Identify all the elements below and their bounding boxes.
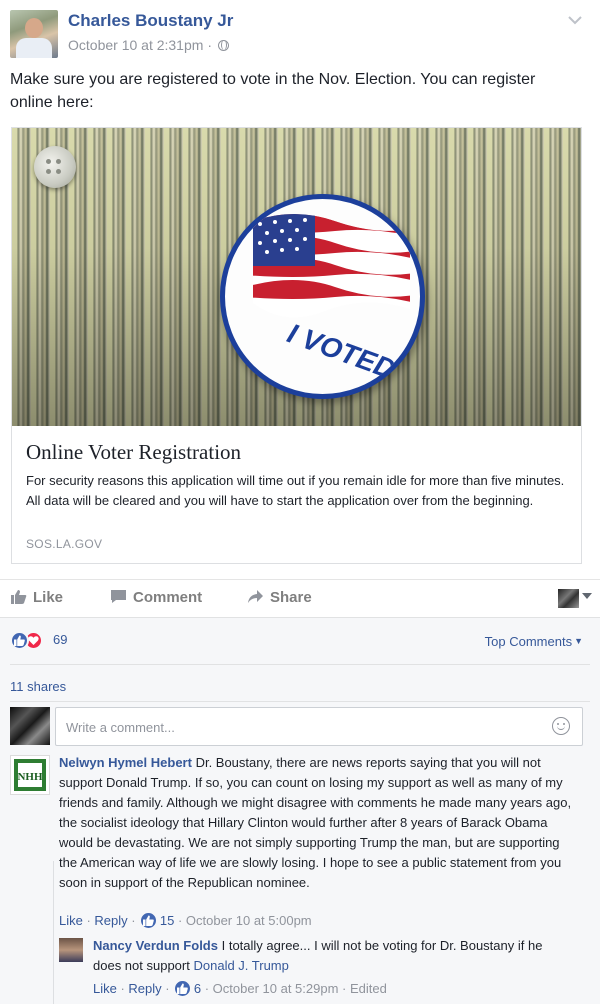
- viewer-composer-avatar: [10, 707, 50, 745]
- reply-thread-line: [53, 861, 54, 1004]
- thumbs-up-icon: [11, 590, 27, 604]
- comment-body: Nelwyn Hymel Hebert Dr. Boustany, there …: [59, 753, 579, 893]
- emoji-icon[interactable]: [552, 717, 570, 735]
- i-voted-sticker: I VOTED: [220, 194, 425, 399]
- divider: [10, 664, 590, 665]
- share-label: Share: [270, 589, 312, 606]
- chevron-down-icon[interactable]: [568, 12, 582, 28]
- comment-author[interactable]: Nancy Verdun Folds: [93, 938, 218, 953]
- post-header: Charles Boustany Jr October 10 at 2:31pm…: [10, 8, 590, 58]
- comment-actions: Like · Reply · 15 · October 10 at 5:00pm: [59, 913, 312, 928]
- post-meta: October 10 at 2:31pm ·: [68, 37, 229, 53]
- post-author-name[interactable]: Charles Boustany Jr: [68, 11, 233, 31]
- comment-actions: Like · Reply · 6 · October 10 at 5:29pm …: [93, 981, 387, 996]
- comment-icon: [111, 590, 126, 603]
- comment-reply-link[interactable]: Reply: [94, 913, 127, 928]
- thumbs-up-icon: [141, 913, 157, 928]
- globe-icon: [217, 40, 229, 51]
- comment-reply-link[interactable]: Reply: [128, 981, 161, 996]
- like-label: Like: [33, 589, 64, 606]
- avatar-monogram: NHH: [17, 771, 43, 783]
- avatar-shirt: [16, 38, 52, 58]
- share-button[interactable]: Share: [247, 589, 312, 606]
- reaction-count[interactable]: 69: [53, 632, 67, 647]
- comment-input[interactable]: [66, 717, 536, 737]
- mention-link[interactable]: Donald J. Trump: [193, 958, 288, 973]
- like-button[interactable]: Like: [10, 589, 63, 606]
- link-preview-card[interactable]: I VOTED Online Voter Registration For se…: [11, 127, 582, 564]
- divider: [10, 701, 590, 702]
- like-reaction-icon: [10, 631, 29, 650]
- comment-like-count[interactable]: 6: [194, 981, 201, 996]
- post-text: Make sure you are registered to vote in …: [10, 71, 536, 111]
- comment-text: Dr. Boustany, there are news reports say…: [59, 755, 572, 890]
- shares-count[interactable]: 11 shares: [10, 679, 66, 694]
- comment-label: Comment: [133, 589, 203, 606]
- author-avatar[interactable]: [10, 10, 58, 58]
- comment-body: Nancy Verdun Folds I totally agree... I …: [93, 936, 563, 976]
- top-comments-dropdown[interactable]: Top Comments ▼: [485, 634, 583, 649]
- share-arrow-icon: [248, 590, 263, 603]
- top-comments-label: Top Comments: [484, 634, 573, 649]
- thumbs-up-icon: [175, 981, 191, 996]
- link-preview-image[interactable]: I VOTED: [12, 128, 581, 426]
- comment-timestamp[interactable]: October 10 at 5:00pm: [186, 913, 312, 928]
- caret-down-icon[interactable]: [582, 593, 592, 599]
- avatar-face: [25, 18, 43, 38]
- edited-label[interactable]: Edited: [350, 981, 387, 996]
- commenter-avatar[interactable]: [59, 938, 83, 962]
- comment-like-link[interactable]: Like: [93, 981, 117, 996]
- viewer-avatar[interactable]: [558, 589, 579, 608]
- post-action-bar: Like Comment Share: [0, 579, 600, 617]
- comment-like-count[interactable]: 15: [160, 913, 174, 928]
- caret-down-icon: ▼: [574, 636, 583, 646]
- link-card-domain: SOS.LA.GOV: [26, 537, 103, 551]
- meta-separator: ·: [207, 37, 212, 53]
- post-timestamp[interactable]: October 10 at 2:31pm: [68, 37, 203, 53]
- comment-button[interactable]: Comment: [110, 589, 202, 606]
- link-card-description: For security reasons this application wi…: [26, 473, 565, 508]
- link-card-title[interactable]: Online Voter Registration: [26, 440, 241, 465]
- comment-author[interactable]: Nelwyn Hymel Hebert: [59, 755, 192, 770]
- comment-like-link[interactable]: Like: [59, 913, 83, 928]
- comment-composer[interactable]: [55, 707, 583, 746]
- comment-timestamp[interactable]: October 10 at 5:29pm: [213, 981, 339, 996]
- commenter-avatar[interactable]: NHH: [10, 755, 50, 795]
- sticker-text: I VOTED: [283, 318, 399, 385]
- shirt-button-image: [34, 146, 76, 188]
